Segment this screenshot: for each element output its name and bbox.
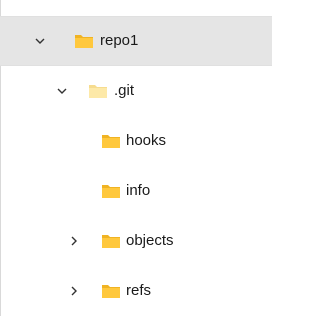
- folder-icon: [74, 33, 94, 49]
- navigation-pane: repo1 .git hooks info objects refs: [0, 0, 272, 316]
- folder-icon: [101, 233, 121, 249]
- hidden-folder-icon: [88, 83, 108, 99]
- tree-item-git[interactable]: .git: [0, 66, 272, 116]
- tree-item-info[interactable]: info: [0, 166, 272, 216]
- chevron-down-icon[interactable]: [34, 35, 46, 47]
- tree-item-label: hooks: [126, 132, 167, 149]
- folder-icon: [101, 283, 121, 299]
- tree-item-label: repo1: [100, 32, 139, 49]
- tree-item-label: .git: [114, 82, 135, 99]
- tree-item-label: refs: [126, 282, 152, 299]
- tree-item-repo1[interactable]: repo1: [0, 16, 272, 66]
- chevron-right-icon[interactable]: [68, 235, 80, 247]
- chevron-right-icon[interactable]: [68, 285, 80, 297]
- folder-icon: [101, 133, 121, 149]
- tree-item-label: objects: [126, 232, 174, 249]
- chevron-down-icon[interactable]: [56, 85, 68, 97]
- tree-item-label: info: [126, 182, 151, 199]
- tree-item-hooks[interactable]: hooks: [0, 116, 272, 166]
- tree-item-refs[interactable]: refs: [0, 266, 272, 316]
- tree-item-objects[interactable]: objects: [0, 216, 272, 266]
- folder-icon: [101, 183, 121, 199]
